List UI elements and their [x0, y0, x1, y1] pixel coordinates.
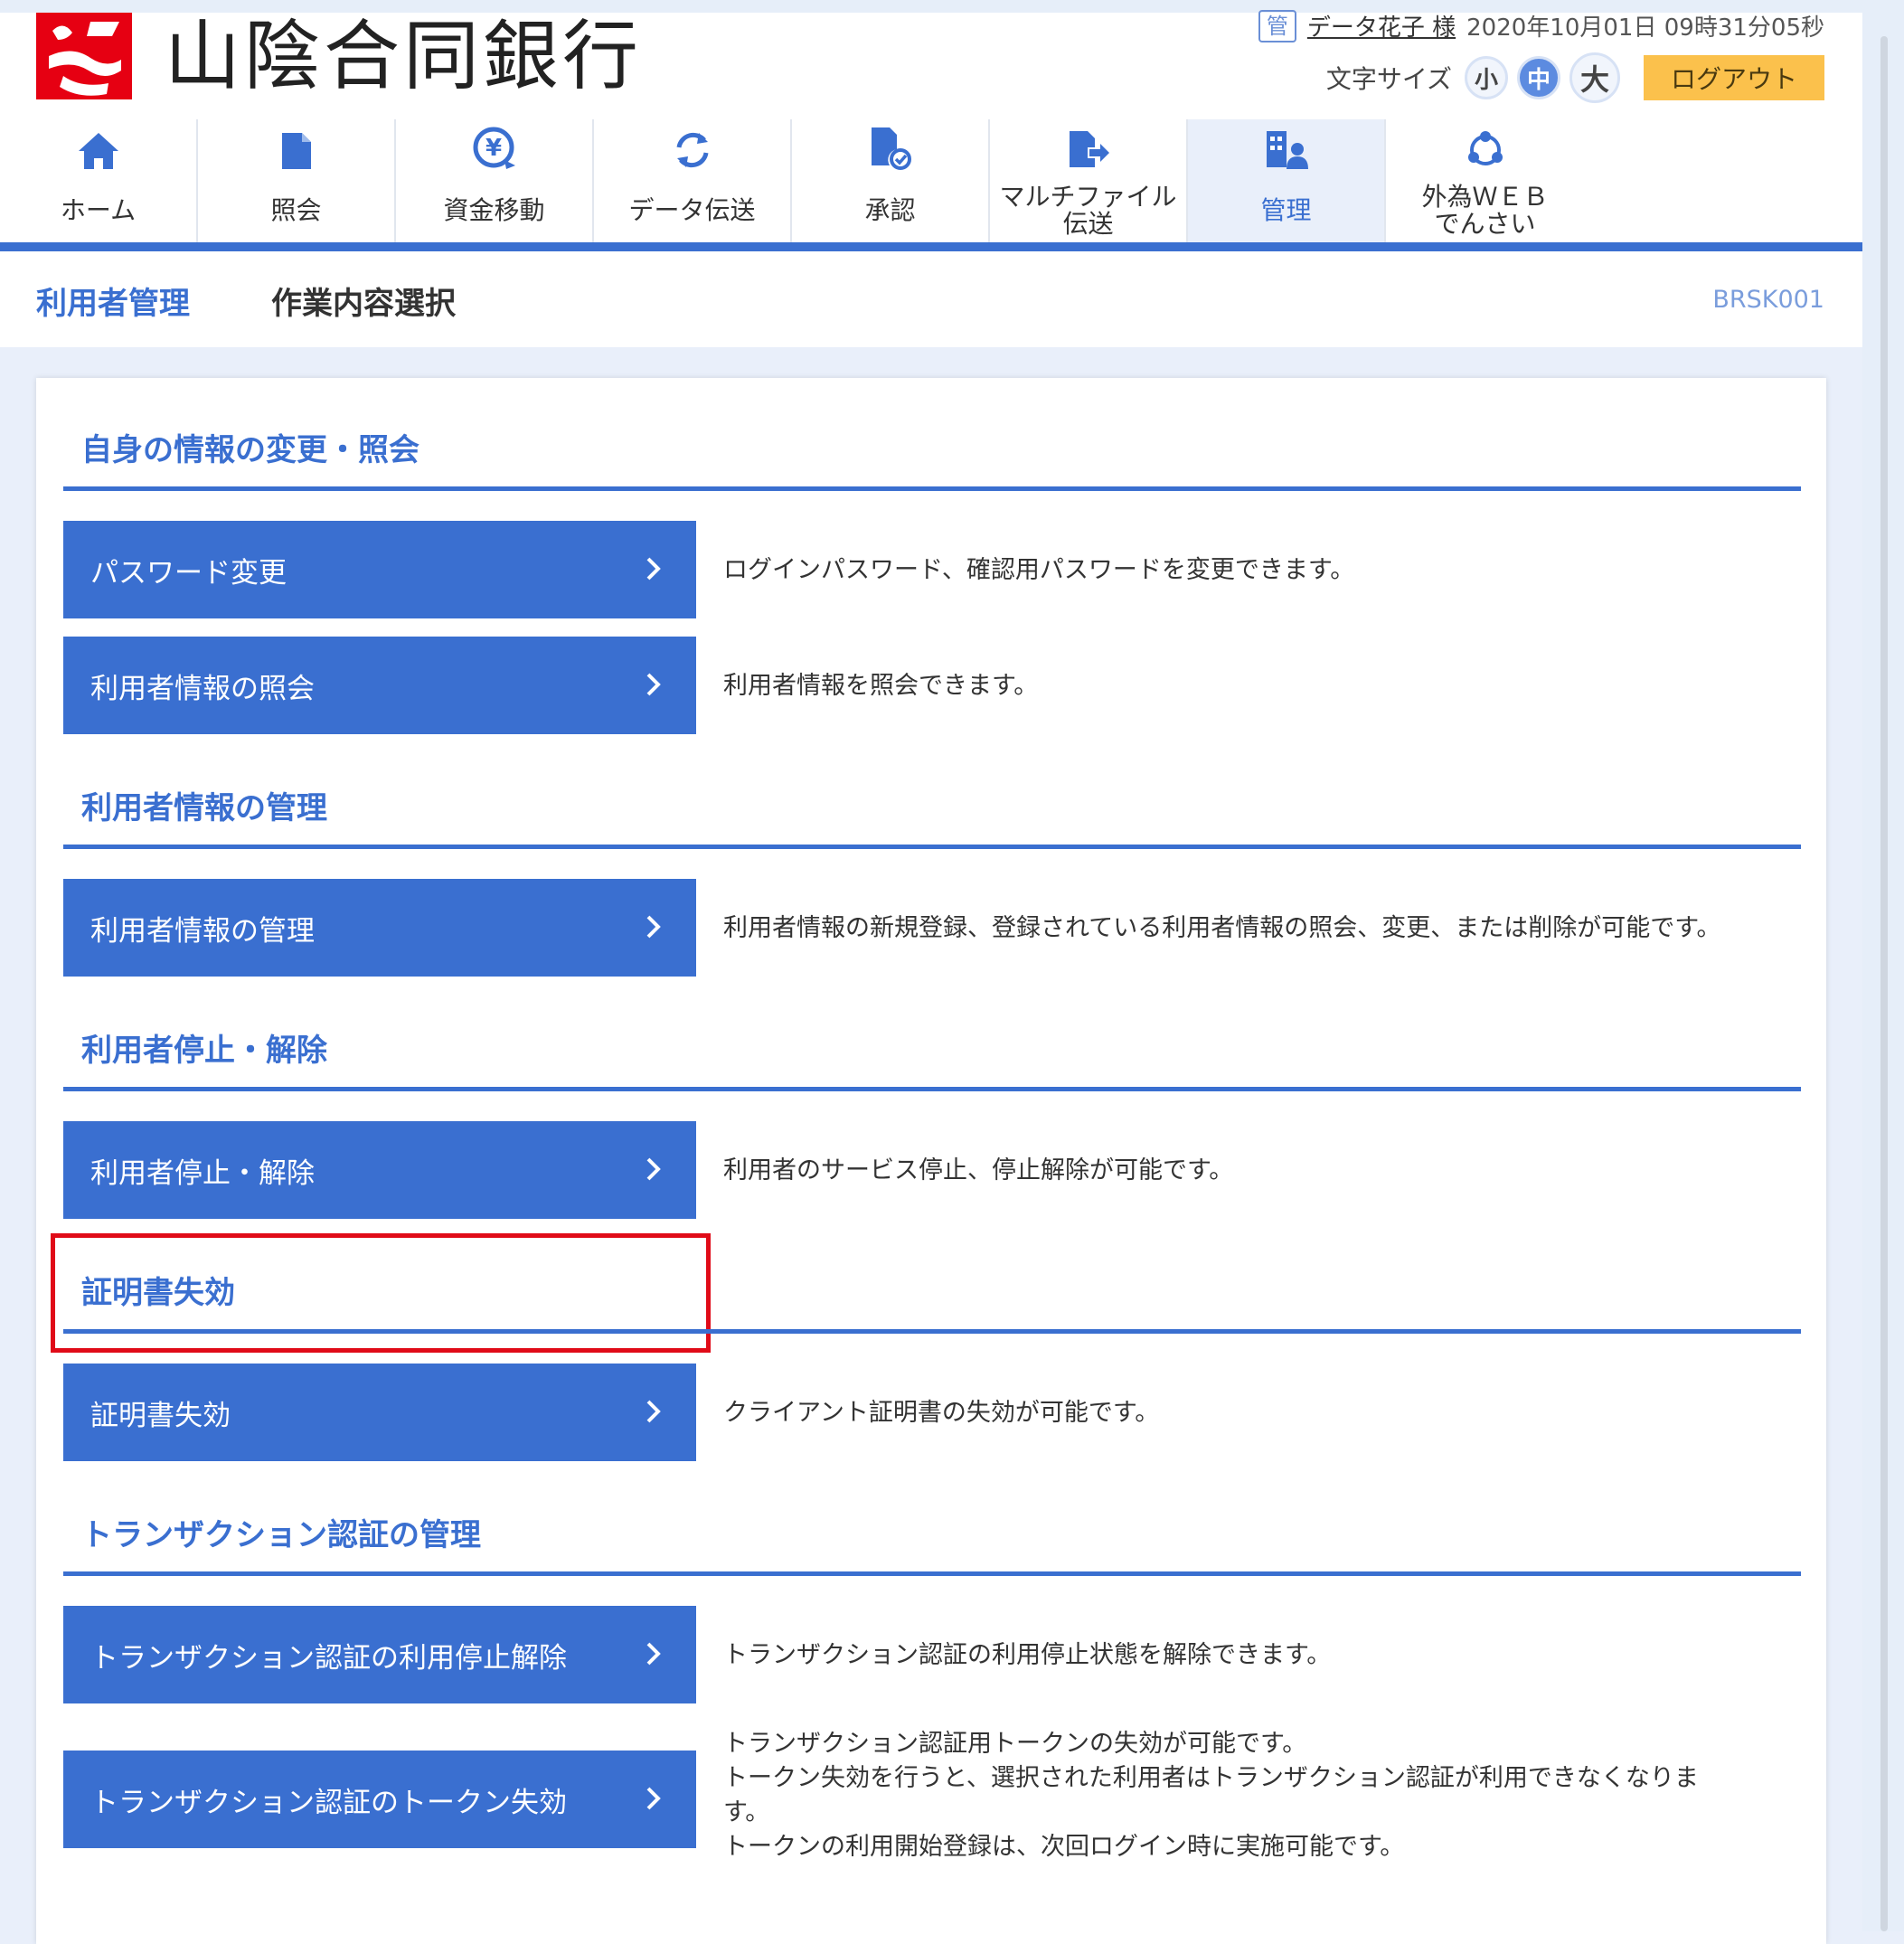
button-label: 利用者停止・解除: [90, 1156, 315, 1190]
section-divider: [63, 486, 1801, 491]
nav-item-home[interactable]: ホーム: [0, 119, 198, 246]
section-title: トランザクション認証の管理: [81, 1517, 481, 1553]
user-info-management-button[interactable]: 利用者情報の管理: [63, 879, 696, 977]
nav-label: ホーム: [60, 195, 137, 225]
nav-label: 承認: [864, 195, 916, 225]
bank-logo[interactable]: 山陰合同銀行: [36, 13, 642, 99]
transaction-auth-unsuspend-button[interactable]: トランザクション認証の利用停止解除: [63, 1606, 696, 1703]
section-title: 利用者情報の管理: [81, 790, 327, 826]
bank-logo-mark: [36, 13, 132, 99]
nav-item-approval[interactable]: 承認: [792, 119, 990, 246]
action-description: 利用者情報を照会できます。: [723, 672, 1039, 700]
font-size-label: 文字サイズ: [1325, 64, 1452, 94]
page-heading: 利用者管理 作業内容選択 BRSK001: [0, 251, 1862, 347]
action-description-multiline: トランザクション認証用トークンの失効が可能です。 トークン失効を行うと、選択され…: [723, 1727, 1699, 1864]
button-label: パスワード変更: [90, 556, 287, 590]
nav-item-data-transmission[interactable]: データ伝送: [594, 119, 792, 246]
scrollbar-thumb[interactable]: [1880, 36, 1888, 1931]
font-size-control: 文字サイズ 小 中 大 ログアウト: [1326, 49, 1824, 107]
chevron-right-icon: [646, 1157, 661, 1181]
nav-item-forex-densai[interactable]: 外為ＷＥＢ でんさい: [1386, 119, 1584, 246]
chevron-right-icon: [646, 1642, 661, 1666]
screen-id: BRSK001: [1712, 286, 1824, 314]
management-icon: [1265, 129, 1308, 177]
yen-transfer-icon: ¥: [472, 126, 517, 177]
section-title: 利用者停止・解除: [81, 1033, 327, 1069]
nav-label: マルチファイル 伝送: [999, 182, 1177, 239]
user-info: 管 データ花子 様 2020年10月01日 09時31分05秒: [1258, 9, 1824, 42]
user-info-inquiry-button[interactable]: 利用者情報の照会: [63, 637, 696, 734]
refresh-icon: [672, 129, 713, 177]
main-panel: 自身の情報の変更・照会 パスワード変更 ログインパスワード、確認用パスワードを変…: [36, 378, 1826, 1944]
header: 山陰合同銀行 管 データ花子 様 2020年10月01日 09時31分05秒 文…: [0, 9, 1862, 251]
section-title: 自身の情報の変更・照会: [81, 432, 419, 468]
button-label: 利用者情報の照会: [90, 672, 315, 705]
page-category: 利用者管理: [36, 286, 190, 322]
page-shell: 山陰合同銀行 管 データ花子 様 2020年10月01日 09時31分05秒 文…: [0, 9, 1862, 1944]
section-divider: [63, 1571, 1801, 1576]
nav-label: 資金移動: [443, 195, 545, 225]
certificate-revoke-button[interactable]: 証明書失効: [63, 1364, 696, 1461]
nav-label: 外為ＷＥＢ でんさい: [1421, 182, 1549, 239]
action-description: クライアント証明書の失効が可能です。: [723, 1399, 1160, 1427]
chevron-right-icon: [646, 1400, 661, 1423]
transaction-auth-token-revoke-button[interactable]: トランザクション認証のトークン失効: [63, 1751, 696, 1848]
section-divider: [63, 1087, 1801, 1091]
svg-text:¥: ¥: [485, 135, 501, 162]
nav-label: データ伝送: [628, 195, 756, 225]
nav-underline: [0, 242, 1862, 251]
description-line: す。: [723, 1798, 770, 1826]
file-transfer-icon: [1068, 129, 1109, 177]
bank-name: 山陰合同銀行: [165, 12, 643, 100]
section-title: 証明書失効: [81, 1275, 235, 1311]
button-label: トランザクション認証の利用停止解除: [90, 1641, 567, 1675]
action-description: 利用者情報の新規登録、登録されている利用者情報の照会、変更、または削除が可能です…: [723, 914, 1721, 942]
chevron-right-icon: [646, 1787, 661, 1810]
nav-item-inquiry[interactable]: 照会: [198, 119, 396, 246]
button-label: 利用者情報の管理: [90, 914, 315, 948]
nav-item-fund-transfer[interactable]: ¥ 資金移動: [396, 119, 594, 246]
description-line: トークン失効を行うと、選択された利用者はトランザクション認証が利用できなくなりま: [723, 1764, 1699, 1792]
chevron-right-icon: [646, 673, 661, 696]
nav-item-multi-file-transfer[interactable]: マルチファイル 伝送: [990, 119, 1188, 246]
font-size-small-button[interactable]: 小: [1465, 56, 1508, 99]
action-description: 利用者のサービス停止、停止解除が可能です。: [723, 1156, 1234, 1184]
login-datetime: 2020年10月01日 09時31分05秒: [1466, 14, 1824, 42]
button-label: 証明書失効: [90, 1399, 231, 1432]
section-divider: [63, 845, 1801, 849]
user-name-link[interactable]: データ花子 様: [1307, 9, 1456, 42]
font-size-medium-button[interactable]: 中: [1517, 56, 1560, 99]
network-icon: [1465, 129, 1506, 177]
action-description: ログインパスワード、確認用パスワードを変更できます。: [723, 556, 1355, 584]
document-icon: [280, 131, 313, 177]
main-nav: ホーム 照会 ¥ 資金移動 データ伝送 承認 マルチファイル 伝送 管理 外為Ｗ…: [0, 119, 1584, 246]
chevron-right-icon: [646, 557, 661, 580]
chevron-right-icon: [646, 915, 661, 939]
user-suspend-release-button[interactable]: 利用者停止・解除: [63, 1121, 696, 1219]
nav-label: 照会: [270, 195, 322, 225]
home-icon: [77, 131, 120, 177]
description-line: トークンの利用開始登録は、次回ログイン時に実施可能です。: [723, 1833, 1405, 1861]
font-size-large-button[interactable]: 大: [1569, 52, 1620, 103]
logout-button[interactable]: ログアウト: [1644, 55, 1824, 100]
action-description: トランザクション認証の利用停止状態を解除できます。: [723, 1641, 1332, 1669]
approval-icon: [870, 126, 911, 177]
description-line: トランザクション認証用トークンの失効が可能です。: [723, 1730, 1307, 1758]
button-label: トランザクション認証のトークン失効: [90, 1786, 567, 1819]
scrollbar[interactable]: [1862, 0, 1904, 1931]
role-badge: 管: [1258, 9, 1296, 42]
nav-item-management[interactable]: 管理: [1188, 119, 1386, 246]
page-title: 作業内容選択: [271, 286, 456, 322]
section-divider: [63, 1329, 1801, 1334]
password-change-button[interactable]: パスワード変更: [63, 521, 696, 618]
nav-label: 管理: [1260, 195, 1312, 225]
